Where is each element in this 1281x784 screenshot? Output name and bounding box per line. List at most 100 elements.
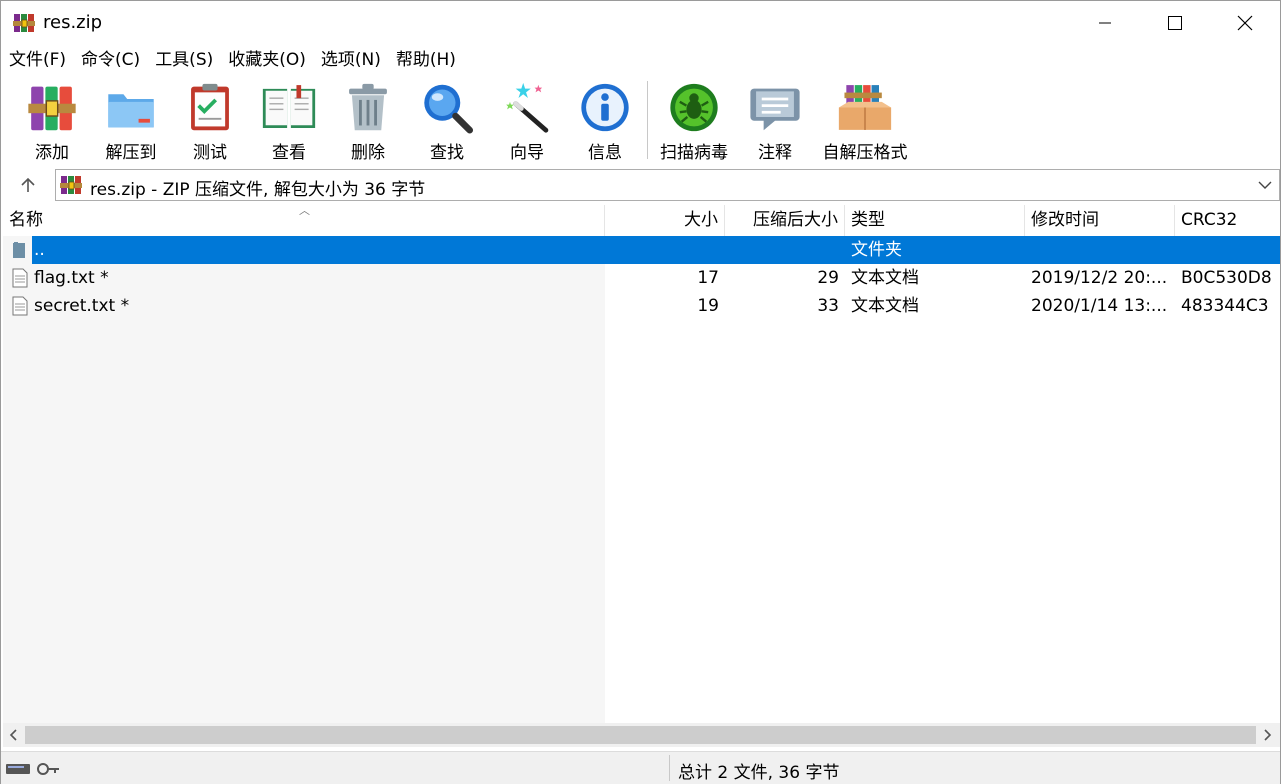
test-clipboard-icon xyxy=(191,83,229,131)
file-type: 文本文档 xyxy=(851,296,919,316)
trash-icon xyxy=(349,83,387,131)
header-crc32[interactable]: CRC32 xyxy=(1175,205,1280,236)
file-name: .. xyxy=(34,240,45,260)
file-packed-size: 33 xyxy=(817,296,839,316)
file-size: 19 xyxy=(697,296,719,316)
table-row-parent[interactable]: .. 文件夹 xyxy=(3,236,1280,264)
status-summary: 总计 2 文件, 36 字节 xyxy=(678,763,840,783)
text-file-icon xyxy=(12,296,28,316)
scroll-thumb[interactable] xyxy=(25,726,1256,744)
comment-button[interactable]: 注释 xyxy=(747,77,803,163)
file-size: 17 xyxy=(697,268,719,288)
status-bar: 总计 2 文件, 36 字节 xyxy=(1,751,1280,784)
file-modified: 2019/12/2 20:... xyxy=(1031,268,1168,288)
extract-to-label: 解压到 xyxy=(105,143,157,163)
maximize-icon xyxy=(1168,16,1182,30)
scan-virus-label: 扫描病毒 xyxy=(660,143,728,163)
wizard-button[interactable]: 向导 xyxy=(499,77,555,163)
extract-to-button[interactable]: 解压到 xyxy=(101,77,161,163)
header-modified-label: 修改时间 xyxy=(1031,210,1099,230)
menu-file[interactable]: 文件(F) xyxy=(1,47,73,75)
up-folder-button[interactable] xyxy=(9,171,47,199)
virus-scan-icon xyxy=(670,83,718,132)
header-packed-size[interactable]: 压缩后大小 xyxy=(725,205,845,236)
file-packed-size: 29 xyxy=(817,268,839,288)
wizard-label: 向导 xyxy=(510,143,544,163)
address-row: res.zip - ZIP 压缩文件, 解包大小为 36 字节 xyxy=(1,167,1280,203)
delete-button[interactable]: 删除 xyxy=(341,77,395,163)
file-name: flag.txt * xyxy=(34,268,109,288)
minimize-icon xyxy=(1099,22,1111,24)
magnifier-icon xyxy=(424,84,474,134)
menu-tools[interactable]: 工具(S) xyxy=(147,47,220,75)
header-crc-label: CRC32 xyxy=(1181,210,1238,230)
find-button[interactable]: 查找 xyxy=(419,77,475,163)
status-divider xyxy=(669,755,670,781)
menu-commands[interactable]: 命令(C) xyxy=(73,47,147,75)
test-button[interactable]: 测试 xyxy=(183,77,237,163)
maximize-button[interactable] xyxy=(1140,1,1210,45)
file-crc32: 483344C3 xyxy=(1181,296,1269,316)
horizontal-scrollbar[interactable] xyxy=(3,723,1280,747)
menu-help[interactable]: 帮助(H) xyxy=(388,47,463,75)
toolbar: 添加 解压到 测试 查看 删除 查找 向导 信息 扫描病毒 注释 自解压格式 xyxy=(1,77,1280,165)
header-type[interactable]: 类型 xyxy=(845,205,1025,236)
drive-key-icon xyxy=(6,763,59,775)
header-name-label: 名称 xyxy=(9,210,43,230)
window-title: res.zip xyxy=(43,12,103,33)
add-button[interactable]: 添加 xyxy=(23,77,81,163)
comment-icon xyxy=(750,88,800,131)
chevron-down-icon[interactable] xyxy=(1257,176,1273,194)
menu-options[interactable]: 选项(N) xyxy=(313,47,388,75)
scroll-left-button[interactable] xyxy=(3,723,25,747)
view-label: 查看 xyxy=(272,143,306,163)
sfx-button[interactable]: 自解压格式 xyxy=(819,77,911,163)
info-icon xyxy=(581,83,629,132)
extract-folder-icon xyxy=(108,94,154,128)
sfx-label: 自解压格式 xyxy=(822,143,908,163)
table-row[interactable]: flag.txt * 17 29 文本文档 2019/12/2 20:... B… xyxy=(3,264,1280,292)
scroll-right-button[interactable] xyxy=(1256,723,1278,747)
file-type: 文件夹 xyxy=(851,240,902,260)
winrar-window: res.zip 文件(F) 命令(C) 工具(S) 收藏夹(O) 选项(N) 帮… xyxy=(0,0,1281,784)
winrar-books-icon xyxy=(60,176,82,194)
view-book-icon xyxy=(262,85,316,129)
minimize-button[interactable] xyxy=(1070,1,1140,45)
winrar-books-icon xyxy=(13,14,35,32)
list-header: 名称 ︿ 大小 压缩后大小 类型 修改时间 CRC32 xyxy=(3,205,1280,236)
header-size-label: 大小 xyxy=(684,210,718,230)
text-file-icon xyxy=(12,268,28,288)
menu-bar: 文件(F) 命令(C) 工具(S) 收藏夹(O) 选项(N) 帮助(H) xyxy=(1,47,463,75)
folder-up-icon xyxy=(13,242,25,258)
header-packed-label: 压缩后大小 xyxy=(753,210,838,230)
wizard-wand-icon xyxy=(506,82,549,133)
file-modified: 2020/1/14 13:... xyxy=(1031,296,1168,316)
chevron-left-icon xyxy=(9,729,17,741)
scan-virus-button[interactable]: 扫描病毒 xyxy=(657,77,731,163)
address-text: res.zip - ZIP 压缩文件, 解包大小为 36 字节 xyxy=(90,180,426,200)
address-bar[interactable]: res.zip - ZIP 压缩文件, 解包大小为 36 字节 xyxy=(55,169,1280,201)
file-list: 名称 ︿ 大小 压缩后大小 类型 修改时间 CRC32 .. 文件夹 flag.… xyxy=(3,205,1280,723)
file-name: secret.txt * xyxy=(34,296,130,316)
view-button[interactable]: 查看 xyxy=(257,77,321,163)
info-label: 信息 xyxy=(588,143,622,163)
header-size[interactable]: 大小 xyxy=(605,205,725,236)
test-label: 测试 xyxy=(193,143,227,163)
info-button[interactable]: 信息 xyxy=(577,77,633,163)
table-row[interactable]: secret.txt * 19 33 文本文档 2020/1/14 13:...… xyxy=(3,292,1280,320)
menu-favorites[interactable]: 收藏夹(O) xyxy=(220,47,313,75)
arrow-up-icon xyxy=(21,177,35,192)
delete-label: 删除 xyxy=(351,143,385,163)
add-label: 添加 xyxy=(35,143,69,163)
close-button[interactable] xyxy=(1210,1,1280,45)
find-label: 查找 xyxy=(430,143,464,163)
file-type: 文本文档 xyxy=(851,268,919,288)
add-archive-icon xyxy=(28,86,76,131)
close-icon xyxy=(1237,15,1253,31)
file-crc32: B0C530D8 xyxy=(1181,268,1272,288)
header-modified[interactable]: 修改时间 xyxy=(1025,205,1175,236)
comment-label: 注释 xyxy=(758,143,792,163)
title-bar: res.zip xyxy=(1,1,1280,45)
header-type-label: 类型 xyxy=(851,210,885,230)
chevron-right-icon xyxy=(1264,729,1272,741)
